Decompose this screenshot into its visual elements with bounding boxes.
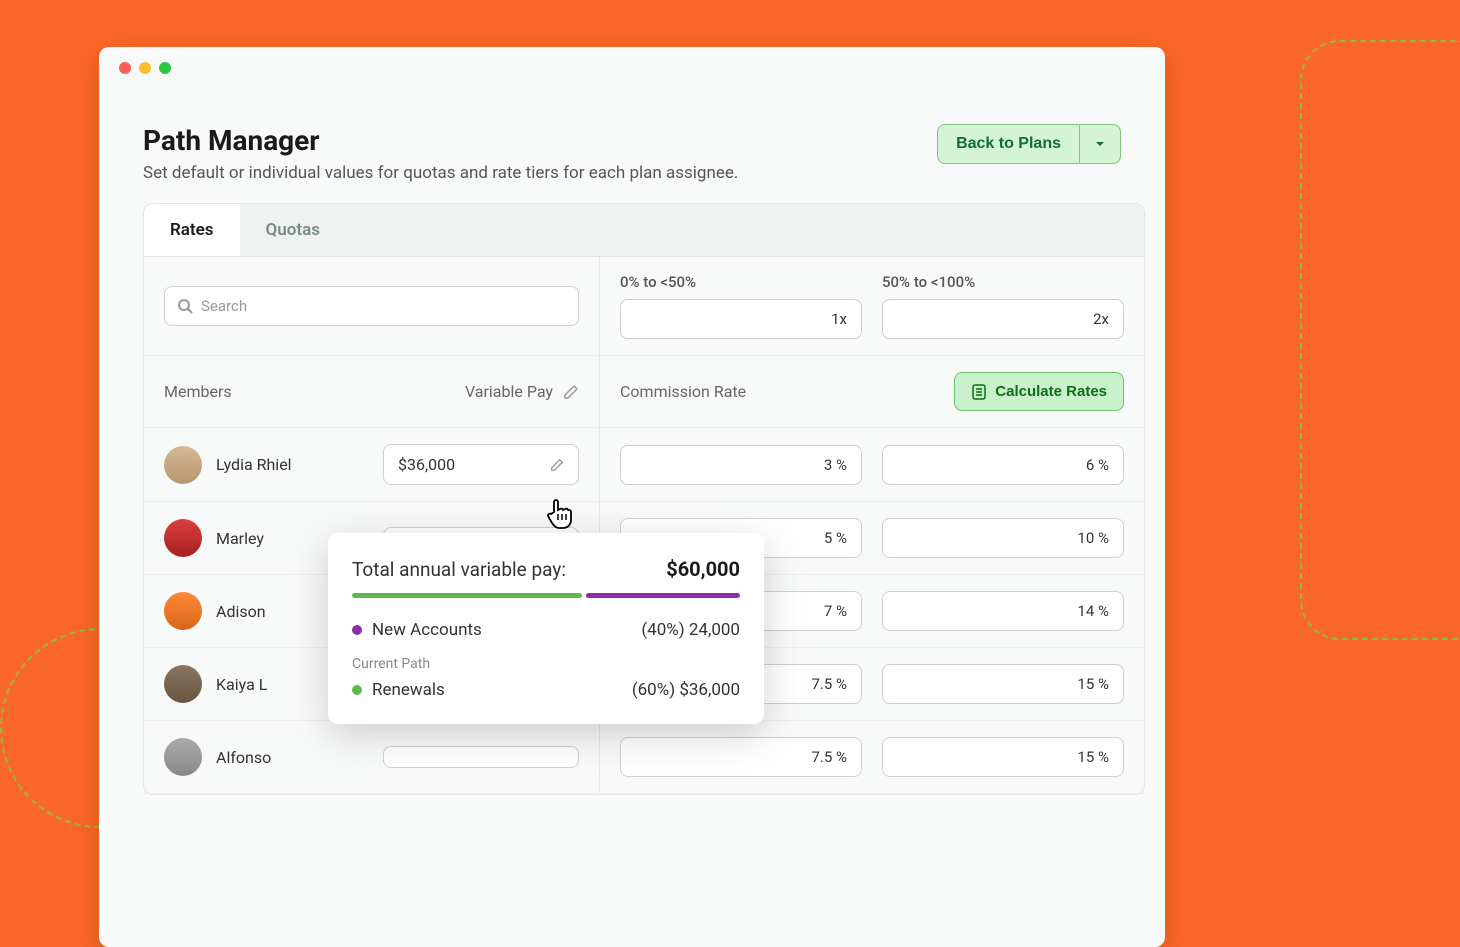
chevron-down-icon bbox=[1094, 138, 1106, 150]
rate-tier-2-input[interactable]: 6 % bbox=[882, 445, 1124, 485]
tooltip-total: $60,000 bbox=[666, 557, 740, 581]
variable-pay-header: Variable Pay bbox=[465, 382, 553, 401]
bar-segment-renewals bbox=[352, 593, 582, 598]
tooltip-title: Total annual variable pay: bbox=[352, 558, 566, 581]
variable-pay-input[interactable]: $36,000 bbox=[383, 444, 579, 485]
commission-rate-header: Commission Rate bbox=[620, 382, 934, 401]
window-titlebar bbox=[99, 47, 1165, 89]
minimize-icon[interactable] bbox=[139, 62, 151, 74]
dot-icon bbox=[352, 685, 362, 695]
maximize-icon[interactable] bbox=[159, 62, 171, 74]
variable-pay-input[interactable] bbox=[383, 746, 579, 768]
rate-tier-2-input[interactable]: 10 % bbox=[882, 518, 1124, 558]
back-to-plans-button[interactable]: Back to Plans bbox=[937, 124, 1080, 164]
search-icon bbox=[177, 298, 193, 314]
table-row: Lydia Rhiel $36,000 3 % 6 % bbox=[144, 428, 1144, 502]
avatar bbox=[164, 446, 202, 484]
back-to-plans-group: Back to Plans bbox=[937, 124, 1121, 164]
tooltip-renewals-value: (60%) $36,000 bbox=[632, 680, 740, 700]
tooltip-new-accounts-value: (40%) 24,000 bbox=[641, 620, 740, 640]
page-subtitle: Set default or individual values for quo… bbox=[143, 163, 937, 183]
search-placeholder: Search bbox=[201, 297, 247, 315]
tooltip-bar bbox=[352, 593, 740, 598]
search-input[interactable]: Search bbox=[164, 286, 579, 326]
rates-panel: Rates Quotas Search 0% to <50% 1x bbox=[143, 203, 1145, 795]
page-header: Path Manager Set default or individual v… bbox=[99, 89, 1165, 203]
rate-tier-2-input[interactable]: 15 % bbox=[882, 664, 1124, 704]
calculate-rates-button[interactable]: Calculate Rates bbox=[954, 372, 1124, 411]
tooltip-new-accounts-label: New Accounts bbox=[372, 620, 482, 640]
tier-1-label: 0% to <50% bbox=[620, 273, 862, 291]
app-window: Path Manager Set default or individual v… bbox=[99, 47, 1165, 947]
tab-quotas[interactable]: Quotas bbox=[240, 204, 346, 256]
tooltip-renewals-label: Renewals bbox=[372, 680, 445, 700]
tab-bar: Rates Quotas bbox=[144, 204, 1144, 257]
avatar bbox=[164, 592, 202, 630]
tier-2-input[interactable]: 2x bbox=[882, 299, 1124, 339]
column-header-row: Members Variable Pay Commission Rate Cal… bbox=[144, 356, 1144, 428]
member-name: Alfonso bbox=[216, 748, 369, 767]
page-title: Path Manager bbox=[143, 124, 937, 157]
tier-1-input[interactable]: 1x bbox=[620, 299, 862, 339]
edit-variable-pay-icon[interactable] bbox=[563, 384, 579, 400]
variable-pay-tooltip: Total annual variable pay: $60,000 New A… bbox=[328, 533, 764, 724]
rate-tier-1-input[interactable]: 7.5 % bbox=[620, 737, 862, 777]
members-header: Members bbox=[164, 382, 232, 401]
dot-icon bbox=[352, 625, 362, 635]
avatar bbox=[164, 665, 202, 703]
member-name: Lydia Rhiel bbox=[216, 455, 369, 474]
back-dropdown-button[interactable] bbox=[1080, 124, 1121, 164]
rate-tier-2-input[interactable]: 14 % bbox=[882, 591, 1124, 631]
filter-row: Search 0% to <50% 1x 50% to <100% 2x bbox=[144, 257, 1144, 356]
rate-tier-2-input[interactable]: 15 % bbox=[882, 737, 1124, 777]
pencil-icon bbox=[550, 458, 564, 472]
bar-segment-new-accounts bbox=[586, 593, 740, 598]
rate-tier-1-input[interactable]: 3 % bbox=[620, 445, 862, 485]
close-icon[interactable] bbox=[119, 62, 131, 74]
tier-2-label: 50% to <100% bbox=[882, 273, 1124, 291]
calculator-icon bbox=[971, 384, 987, 400]
table-row: Alfonso 7.5 % 15 % bbox=[144, 721, 1144, 794]
avatar bbox=[164, 519, 202, 557]
tooltip-current-path-label: Current Path bbox=[352, 656, 740, 672]
cursor-pointer-icon bbox=[544, 496, 576, 532]
decorative-frame bbox=[1300, 40, 1460, 640]
avatar bbox=[164, 738, 202, 776]
tab-rates[interactable]: Rates bbox=[144, 204, 240, 256]
